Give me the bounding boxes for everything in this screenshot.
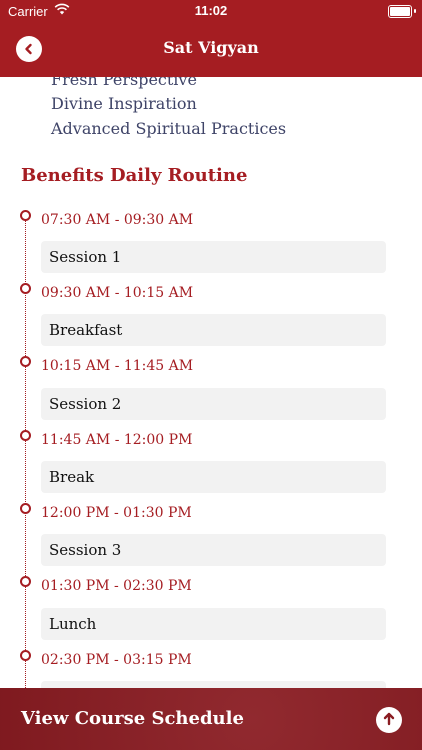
time-range: 02:30 PM - 03:15 PM — [41, 652, 192, 668]
time-range: 07:30 AM - 09:30 AM — [41, 212, 194, 228]
time-range: 09:30 AM - 10:15 AM — [41, 285, 194, 301]
activity-card: Break — [41, 461, 386, 493]
scroll-up-button[interactable] — [376, 707, 402, 733]
page-title: Sat Vigyan — [163, 38, 259, 57]
time-range: 12:00 PM - 01:30 PM — [41, 505, 192, 521]
clock: 11:02 — [194, 3, 228, 18]
arrow-up-icon — [382, 711, 396, 730]
view-course-schedule-bar[interactable]: View Course Schedule — [0, 688, 422, 750]
practice-item: Divine Inspiration — [51, 94, 197, 113]
activity-card: Session 2 — [41, 388, 386, 420]
timeline-dot — [20, 356, 31, 367]
timeline-dot — [20, 210, 31, 221]
time-range: 10:15 AM - 11:45 AM — [41, 358, 194, 374]
battery-cap — [414, 9, 416, 13]
content-scroll[interactable]: Fresh Perspective Divine Inspiration Adv… — [0, 77, 422, 688]
activity-label: Lunch — [49, 615, 97, 633]
activity-card — [41, 681, 386, 688]
view-course-schedule-label: View Course Schedule — [21, 708, 244, 729]
activity-card: Breakfast — [41, 314, 386, 346]
timeline-dot — [20, 650, 31, 661]
time-range: 11:45 AM - 12:00 PM — [41, 432, 193, 448]
activity-label: Session 3 — [49, 541, 122, 559]
timeline-dot — [20, 576, 31, 587]
activity-card: Session 3 — [41, 534, 386, 566]
routine-title: Benefits Daily Routine — [21, 165, 248, 186]
practice-item: Fresh Perspective — [51, 77, 197, 89]
app-header: Carrier 11:02 Sat Vigyan — [0, 0, 422, 77]
activity-label: Breakfast — [49, 321, 123, 339]
activity-label: Session 2 — [49, 395, 122, 413]
status-bar: Carrier 11:02 — [0, 0, 422, 22]
time-range: 01:30 PM - 02:30 PM — [41, 578, 192, 594]
activity-label: Break — [49, 468, 95, 486]
practice-item: Advanced Spiritual Practices — [51, 119, 287, 138]
timeline-dot — [20, 283, 31, 294]
timeline-dot — [20, 503, 31, 514]
activity-label: Session 1 — [49, 248, 122, 266]
activity-card: Lunch — [41, 608, 386, 640]
activity-card: Session 1 — [41, 241, 386, 273]
battery-icon — [388, 5, 412, 18]
timeline-dot — [20, 430, 31, 441]
